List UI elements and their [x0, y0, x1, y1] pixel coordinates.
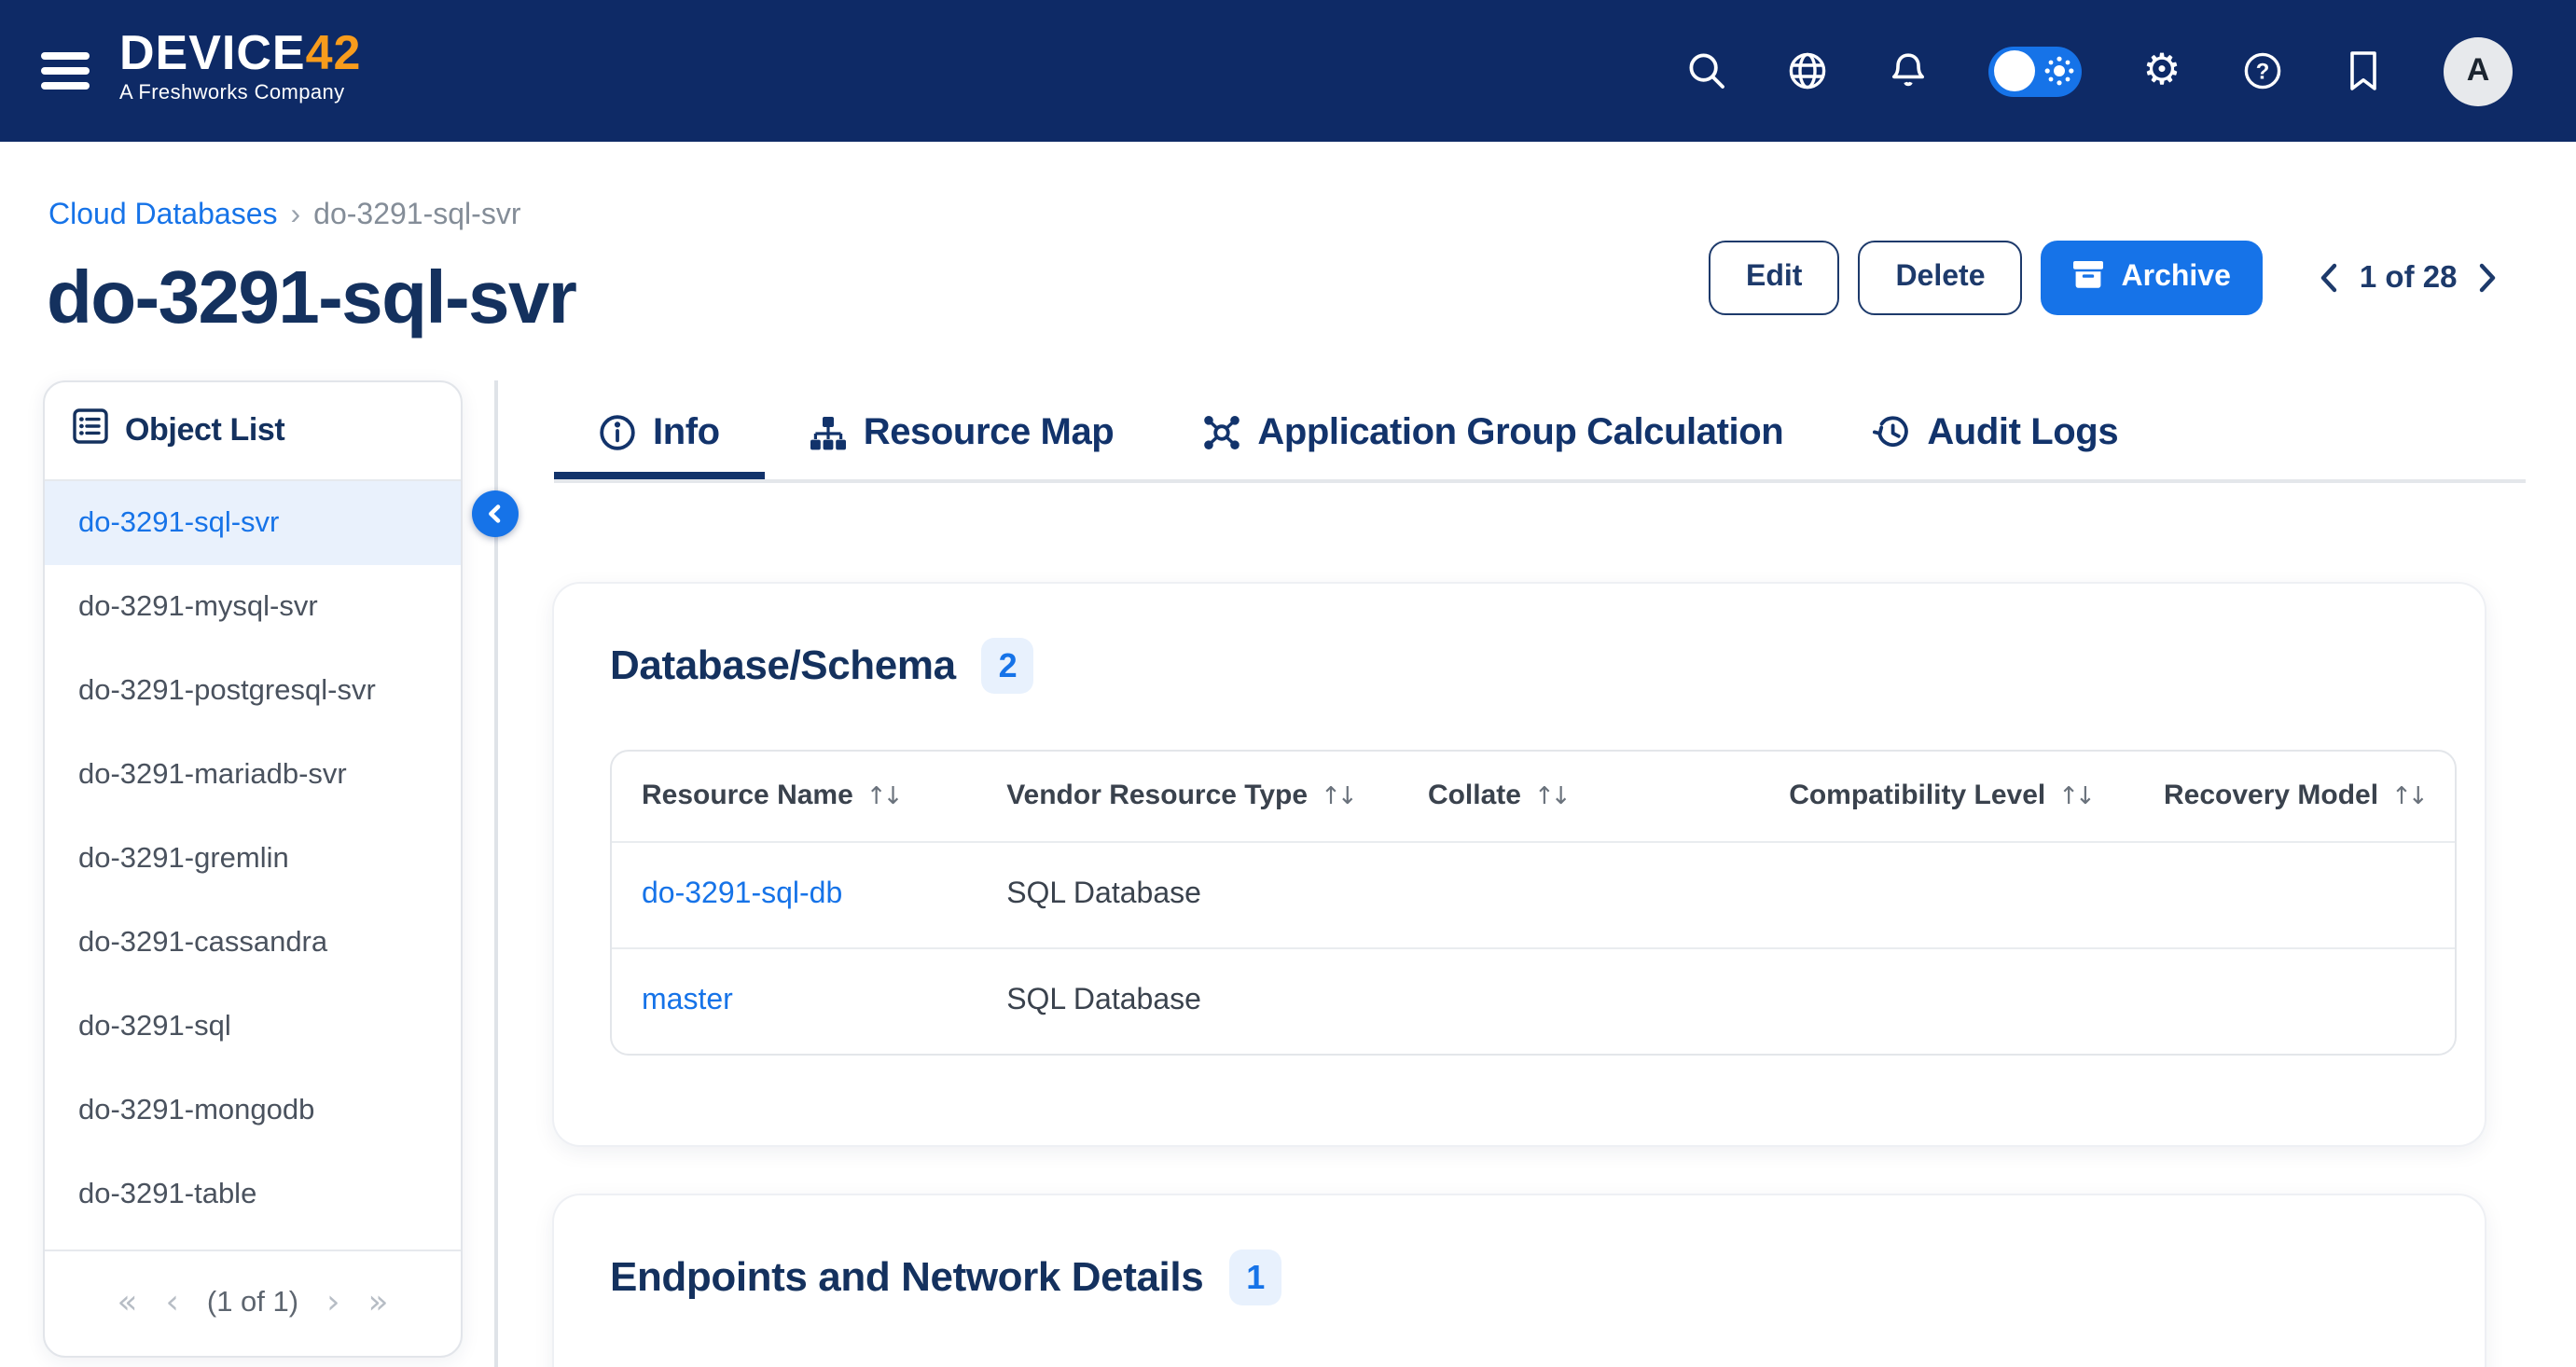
top-navigation-bar: DEVICE42 A Freshworks Company: [0, 0, 2576, 142]
database-schema-section: Database/Schema 2 Resource Name↑↓ Vendor…: [554, 584, 2485, 1145]
next-record-icon[interactable]: [2477, 261, 2498, 295]
help-icon[interactable]: ?: [2242, 50, 2283, 91]
tab-audit-logs[interactable]: Audit Logs: [1828, 394, 2163, 479]
column-header-recovery-model[interactable]: Recovery Model↑↓: [2134, 752, 2455, 841]
object-list-header: Object List: [45, 382, 461, 479]
hamburger-menu-icon[interactable]: [41, 47, 91, 95]
resource-link[interactable]: do-3291-sql-db: [642, 877, 842, 909]
logo-tagline: A Freshworks Company: [119, 82, 361, 104]
table-row: do-3291-sql-db SQL Database: [612, 841, 2455, 947]
section-title: Database/Schema: [610, 642, 956, 690]
last-page-icon[interactable]: »: [368, 1287, 389, 1320]
breadcrumb: Cloud Databases › do-3291-sql-svr: [48, 200, 520, 233]
endpoints-network-details-section: Endpoints and Network Details 1: [554, 1195, 2485, 1367]
edit-button[interactable]: Edit: [1709, 241, 1839, 315]
object-list-item[interactable]: do-3291-cassandra: [45, 901, 461, 985]
cell-collate: [1398, 947, 1759, 1054]
object-list-item[interactable]: do-3291-postgresql-svr: [45, 649, 461, 733]
database-schema-table: Resource Name↑↓ Vendor Resource Type↑↓ C…: [610, 750, 2457, 1056]
object-list-item[interactable]: do-3291-sql-svr: [45, 481, 461, 565]
column-header-vendor-resource-type[interactable]: Vendor Resource Type↑↓: [976, 752, 1398, 841]
object-list-pagination: « ‹ (1 of 1) › »: [45, 1250, 461, 1356]
sort-icon[interactable]: ↑↓: [1534, 784, 1568, 812]
tab-info[interactable]: Info: [554, 394, 765, 479]
sort-icon[interactable]: ↑↓: [2391, 784, 2425, 812]
tab-bar: Info Resource Map: [554, 394, 2163, 479]
topbar-icon-group: ⚙ ? A: [1686, 0, 2513, 142]
object-list-item[interactable]: do-3291-mongodb: [45, 1069, 461, 1153]
object-list-page-label: (1 of 1): [207, 1287, 298, 1320]
breadcrumb-current: do-3291-sql-svr: [313, 200, 520, 233]
bookmark-icon[interactable]: [2343, 50, 2384, 91]
sort-icon[interactable]: ↑↓: [2058, 784, 2092, 812]
count-badge: 1: [1229, 1250, 1281, 1305]
page-actions: Edit Delete Archive 1 of 28: [1709, 241, 2498, 315]
object-list-item[interactable]: do-3291-table: [45, 1153, 461, 1236]
logo-brand-text: DEVICE: [119, 24, 306, 80]
svg-text:?: ?: [2256, 59, 2270, 84]
page: DEVICE42 A Freshworks Company: [0, 0, 2576, 1367]
column-header-resource-name[interactable]: Resource Name↑↓: [612, 752, 976, 841]
tab-application-group-calculation[interactable]: Application Group Calculation: [1158, 394, 1828, 479]
tab-resource-map[interactable]: Resource Map: [765, 394, 1159, 479]
tabs-underline: [554, 479, 2526, 483]
theme-toggle-knob: [1994, 50, 2035, 91]
avatar-initial: A: [2467, 52, 2490, 90]
globe-language-icon[interactable]: [1787, 50, 1828, 91]
sort-icon[interactable]: ↑↓: [1321, 784, 1354, 812]
cell-vendor-resource-type: SQL Database: [976, 841, 1398, 947]
user-avatar[interactable]: A: [2444, 36, 2513, 105]
info-icon: [599, 414, 636, 451]
page-title: do-3291-sql-svr: [47, 254, 575, 343]
archive-box-icon: [2073, 258, 2105, 297]
object-list-item[interactable]: do-3291-gremlin: [45, 817, 461, 901]
cell-recovery-model: [2134, 841, 2455, 947]
first-page-icon[interactable]: «: [117, 1287, 137, 1320]
cell-vendor-resource-type: SQL Database: [976, 947, 1398, 1054]
delete-button[interactable]: Delete: [1858, 241, 2022, 315]
cell-collate: [1398, 841, 1759, 947]
application-group-icon: [1203, 414, 1240, 451]
device42-logo: DEVICE42 A Freshworks Company: [119, 24, 361, 104]
collapse-sidebar-button[interactable]: [472, 490, 519, 537]
logo-brand-accent: 42: [306, 24, 362, 80]
resource-link[interactable]: master: [642, 985, 733, 1016]
column-header-collate[interactable]: Collate↑↓: [1398, 752, 1759, 841]
notification-bell-icon[interactable]: [1888, 50, 1929, 91]
section-title: Endpoints and Network Details: [610, 1253, 1203, 1302]
record-pager: 1 of 28: [2319, 260, 2499, 296]
count-badge: 2: [982, 638, 1034, 694]
cell-recovery-model: [2134, 947, 2455, 1054]
audit-history-icon: [1873, 414, 1910, 451]
sun-icon: [2044, 56, 2074, 91]
breadcrumb-parent-link[interactable]: Cloud Databases: [48, 200, 278, 233]
record-pager-label: 1 of 28: [2360, 260, 2458, 296]
table-header-row: Resource Name↑↓ Vendor Resource Type↑↓ C…: [612, 752, 2455, 841]
object-list-item[interactable]: do-3291-mysql-svr: [45, 565, 461, 649]
sort-icon[interactable]: ↑↓: [866, 784, 900, 812]
settings-gear-icon[interactable]: ⚙: [2141, 50, 2182, 91]
cell-compatibility-level: [1759, 841, 2134, 947]
sitemap-icon: [810, 415, 847, 450]
column-header-compatibility-level[interactable]: Compatibility Level↑↓: [1759, 752, 2134, 841]
previous-page-icon[interactable]: ‹: [165, 1287, 178, 1320]
object-list-icon: [73, 408, 108, 453]
search-icon[interactable]: [1686, 50, 1727, 91]
theme-toggle[interactable]: [1988, 46, 2082, 96]
object-list-item[interactable]: do-3291-sql: [45, 985, 461, 1069]
table-row: master SQL Database: [612, 947, 2455, 1054]
object-list-panel: Object List do-3291-sql-svr do-3291-mysq…: [43, 380, 463, 1358]
archive-button[interactable]: Archive: [2042, 241, 2263, 315]
object-list-title: Object List: [125, 412, 284, 449]
cell-compatibility-level: [1759, 947, 2134, 1054]
previous-record-icon[interactable]: [2319, 261, 2339, 295]
object-list-item[interactable]: do-3291-mariadb-svr: [45, 733, 461, 817]
breadcrumb-separator: ›: [291, 200, 301, 233]
next-page-icon[interactable]: ›: [326, 1287, 339, 1320]
archive-button-label: Archive: [2122, 261, 2231, 295]
